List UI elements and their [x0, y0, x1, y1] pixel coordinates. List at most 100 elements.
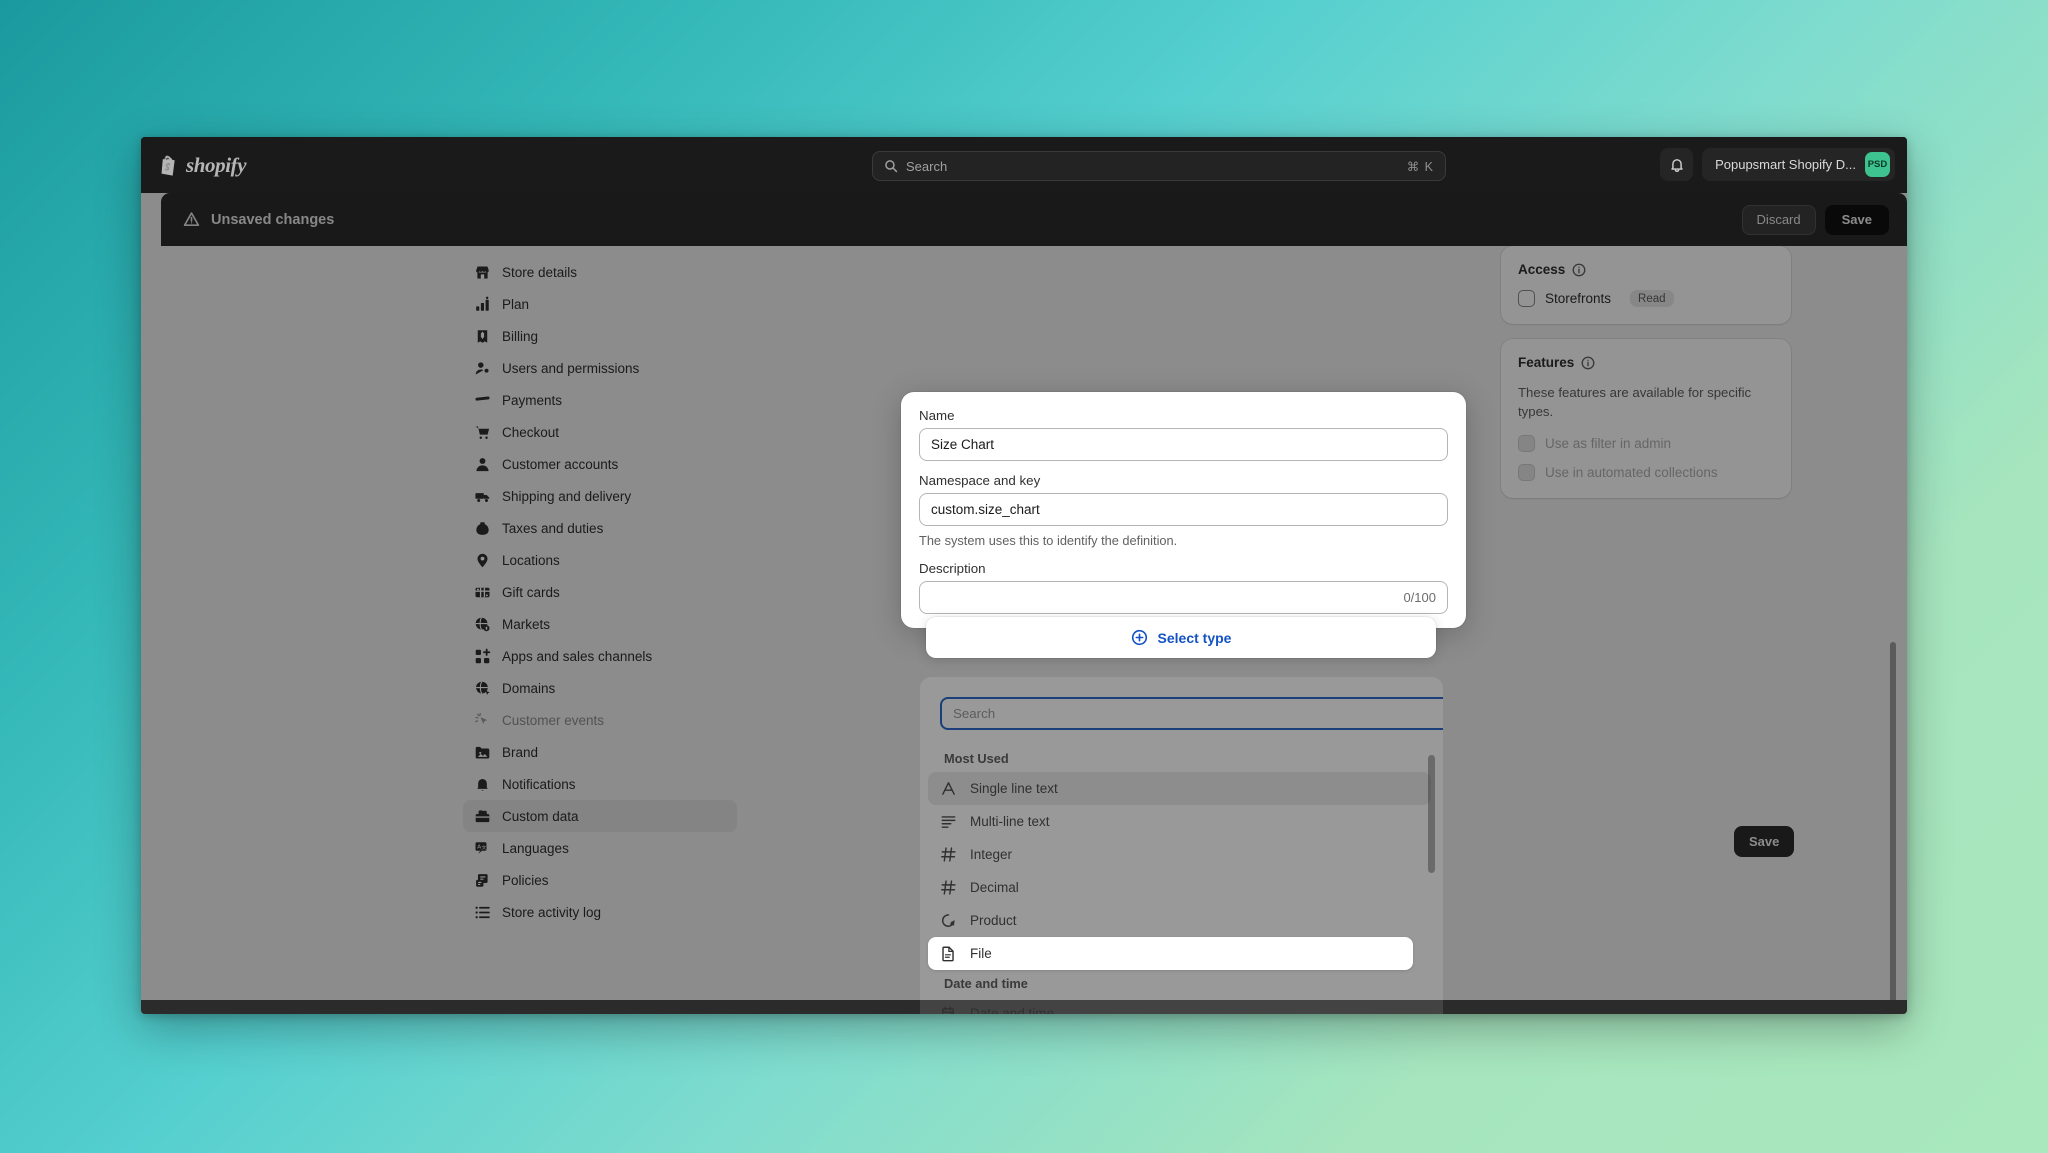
store-account-chip[interactable]: Popupsmart Shopify D... PSD — [1702, 148, 1895, 181]
person-icon — [474, 456, 491, 473]
bell-icon — [1670, 158, 1683, 172]
sidebar-item-store-details[interactable]: Store details — [463, 256, 737, 288]
type-option-label: Single line text — [970, 781, 1058, 796]
shopify-wordmark: shopify — [186, 152, 247, 177]
type-option-single-line-text[interactable]: Single line text — [928, 772, 1431, 805]
definition-side-panels: Access Storefronts Read Features These f… — [1501, 246, 1791, 513]
sidebar-item-label: Gift cards — [502, 584, 560, 600]
text-lines-icon — [941, 816, 956, 828]
topbar-right-cluster: Popupsmart Shopify D... PSD — [1660, 148, 1895, 181]
type-list-scrollbar-thumb[interactable] — [1428, 755, 1435, 873]
sidebar-item-shipping-and-delivery[interactable]: Shipping and delivery — [463, 480, 737, 512]
type-search-input[interactable]: Search — [940, 697, 1443, 730]
list-icon — [475, 906, 490, 918]
product-tag-icon — [941, 914, 955, 927]
browser-window: shopify Search ⌘ K Popupsmart Shopify D.… — [141, 137, 1907, 1014]
text-lines-icon — [940, 813, 957, 830]
sidebar-item-brand[interactable]: Brand — [463, 736, 737, 768]
access-panel-title: Access — [1518, 262, 1774, 277]
apps-icon — [475, 648, 491, 663]
namespace-helper-text: The system uses this to identify the def… — [919, 533, 1178, 548]
page-scrollbar-track[interactable] — [1890, 308, 1902, 1014]
namespace-field-label: Namespace and key — [919, 473, 1041, 488]
name-input-value: Size Chart — [931, 437, 995, 452]
notifications-button[interactable] — [1660, 148, 1694, 181]
taxes-icon — [474, 520, 491, 537]
sidebar-item-gift-cards[interactable]: Gift cards — [463, 576, 737, 608]
sidebar-item-checkout[interactable]: Checkout — [463, 416, 737, 448]
sidebar-item-label: Customer accounts — [502, 456, 619, 472]
storefronts-access-row[interactable]: Storefronts Read — [1518, 290, 1774, 307]
domain-icon — [474, 680, 491, 697]
save-button-topbar[interactable]: Save — [1824, 204, 1889, 235]
type-option-integer[interactable]: Integer — [928, 838, 1431, 871]
store-name-label: Popupsmart Shopify D... — [1715, 157, 1856, 172]
shopify-topbar: shopify Search ⌘ K Popupsmart Shopify D.… — [141, 137, 1907, 193]
type-group-header: Date and time — [944, 976, 1028, 991]
sidebar-item-billing[interactable]: Billing — [463, 320, 737, 352]
sidebar-item-notifications[interactable]: Notifications — [463, 768, 737, 800]
sidebar-item-store-activity-log[interactable]: Store activity log — [463, 896, 737, 928]
global-search-input[interactable]: Search ⌘ K — [872, 151, 1446, 181]
sidebar-item-languages[interactable]: A 文 Languages — [463, 832, 737, 864]
text-letter-icon — [942, 782, 955, 795]
name-input[interactable]: Size Chart — [919, 428, 1448, 461]
info-icon[interactable] — [1572, 263, 1586, 277]
search-shortcut-hint: ⌘ K — [1406, 159, 1434, 174]
save-button-page[interactable]: Save — [1734, 826, 1795, 857]
type-option-decimal[interactable]: Decimal — [928, 871, 1431, 904]
type-options-list[interactable]: Most Used Single line text Multi-line text… — [920, 745, 1443, 1014]
features-description: These features are available for specifi… — [1518, 385, 1752, 420]
sidebar-item-plan[interactable]: Plan — [463, 288, 737, 320]
sidebar-item-locations[interactable]: Locations — [463, 544, 737, 576]
select-type-button[interactable]: Select type — [926, 617, 1436, 658]
use-in-collections-label: Use in automated collections — [1545, 465, 1718, 481]
type-option-product[interactable]: Product — [928, 904, 1431, 937]
sidebar-item-customer-events: Customer events — [463, 704, 737, 736]
storefronts-label: Storefronts — [1545, 291, 1612, 306]
features-title-text: Features — [1518, 355, 1575, 370]
storefronts-checkbox[interactable] — [1518, 290, 1535, 307]
cursor-click-icon — [475, 712, 488, 724]
sidebar-item-markets[interactable]: Markets — [463, 608, 737, 640]
page-scrollbar-thumb[interactable] — [1890, 642, 1896, 1014]
select-type-label: Select type — [1157, 629, 1232, 646]
file-icon — [942, 946, 954, 962]
sidebar-item-label: Locations — [502, 552, 560, 568]
cursor-click-icon — [474, 712, 491, 729]
type-option-multi-line-text[interactable]: Multi-line text — [928, 805, 1431, 838]
sidebar-item-label: Plan — [502, 296, 530, 312]
sidebar-item-taxes-and-duties[interactable]: Taxes and duties — [463, 512, 737, 544]
taxes-icon — [476, 521, 489, 535]
discard-button[interactable]: Discard — [1741, 204, 1816, 235]
namespace-input[interactable]: custom.size_chart — [919, 493, 1448, 526]
settings-nav-list: Store details Plan Billing Users and permis… — [455, 256, 745, 928]
policies-icon — [476, 873, 488, 887]
nav-top-spacer — [455, 246, 745, 256]
sidebar-item-apps-and-sales-channels[interactable]: Apps and sales channels — [463, 640, 737, 672]
sidebar-item-label: Languages — [502, 840, 569, 856]
payments-icon — [475, 395, 490, 405]
type-option-label: Integer — [970, 847, 1013, 862]
truck-icon — [474, 491, 490, 502]
feature-filter-admin-row: Use as filter in admin — [1518, 435, 1774, 453]
type-option-label: Decimal — [970, 880, 1019, 895]
hash-icon — [940, 879, 957, 896]
sidebar-item-customer-accounts[interactable]: Customer accounts — [463, 448, 737, 480]
sidebar-item-domains[interactable]: Domains — [463, 672, 737, 704]
type-option-date-and-time[interactable]: Date and time — [928, 997, 1431, 1014]
shopify-logo[interactable]: shopify — [158, 152, 247, 178]
store-icon — [474, 264, 491, 281]
list-icon — [474, 904, 491, 921]
bell-icon — [474, 776, 491, 793]
sidebar-item-users-and-permissions[interactable]: Users and permissions — [463, 352, 737, 384]
sidebar-item-custom-data[interactable]: Custom data — [463, 800, 737, 832]
info-icon[interactable] — [1581, 356, 1595, 370]
sidebar-item-policies[interactable]: Policies — [463, 864, 737, 896]
unsaved-changes-label: Unsaved changes — [211, 211, 335, 228]
type-picker-popover: Search Most Used Single line text Multi-li… — [920, 677, 1443, 1014]
domain-icon — [476, 680, 490, 695]
description-input[interactable]: 0/100 — [919, 581, 1448, 614]
sidebar-item-payments[interactable]: Payments — [463, 384, 737, 416]
type-option-file[interactable]: File — [928, 937, 1413, 970]
